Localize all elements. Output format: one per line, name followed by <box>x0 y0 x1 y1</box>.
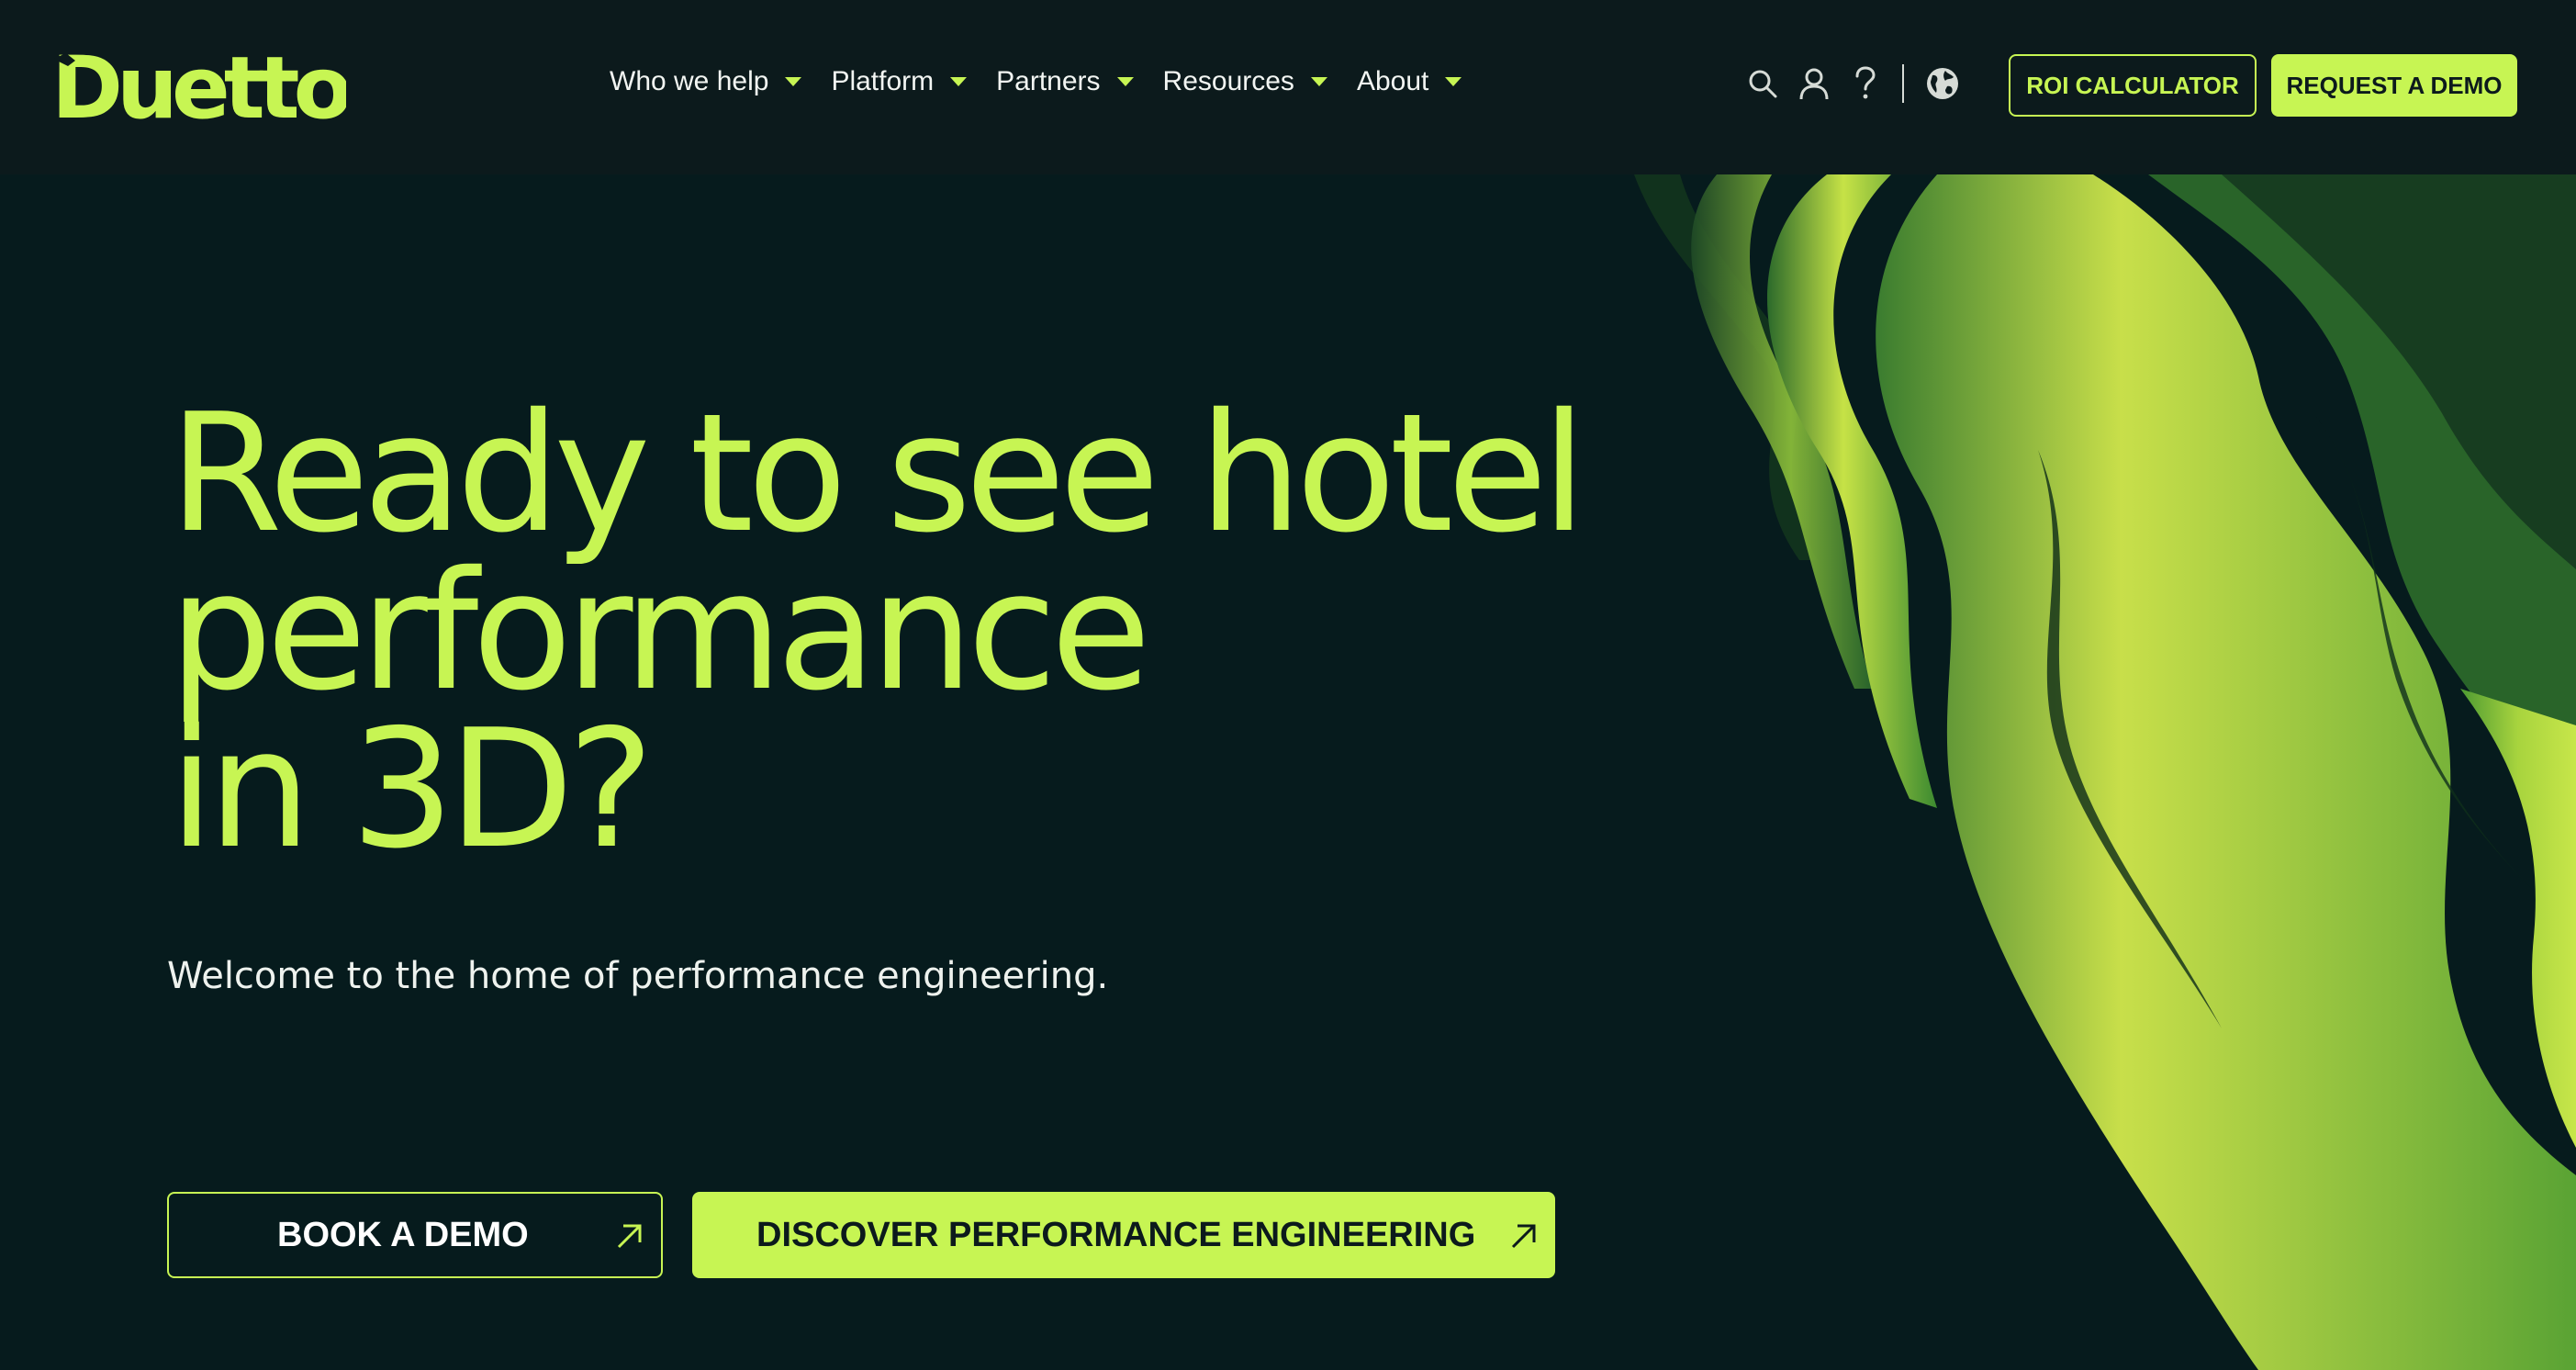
book-demo-label: BOOK A DEMO <box>277 1216 529 1254</box>
search-icon[interactable] <box>1744 65 1781 102</box>
utility-icons <box>1744 61 1976 107</box>
page: Duetto Who we help Platform Partners Res… <box>0 0 2576 1370</box>
chevron-down-icon <box>785 77 802 86</box>
discover-performance-engineering-button[interactable]: DISCOVER PERFORMANCE ENGINEERING <box>692 1192 1555 1278</box>
chevron-down-icon <box>950 77 968 86</box>
hero-headline: Ready to see hotel performance in 3D? <box>169 378 1638 884</box>
chevron-down-icon <box>1116 77 1134 86</box>
arrow-up-right-icon <box>615 1221 644 1254</box>
duetto-logo[interactable]: Duetto <box>48 50 346 123</box>
main-nav: Who we help Platform Partners Resources … <box>610 57 1491 107</box>
hero-headline-line: in 3D? <box>169 694 655 884</box>
nav-item-partners[interactable]: Partners <box>996 57 1162 107</box>
nav-item-about[interactable]: About <box>1357 57 1491 107</box>
chevron-down-icon <box>1445 77 1462 86</box>
hero-subtitle: Welcome to the home of performance engin… <box>167 955 1109 997</box>
chevron-down-icon <box>1310 77 1327 86</box>
hero-headline-line: Ready to see hotel <box>169 378 1586 568</box>
help-icon[interactable] <box>1847 65 1884 102</box>
nav-label: Platform <box>831 66 935 96</box>
site-header: Duetto Who we help Platform Partners Res… <box>0 0 2576 174</box>
arrow-up-right-icon <box>1509 1221 1539 1254</box>
nav-label: Resources <box>1162 66 1294 96</box>
nav-label: Who we help <box>610 66 769 96</box>
nav-label: About <box>1356 66 1429 96</box>
request-demo-button[interactable]: REQUEST A DEMO <box>2271 54 2517 117</box>
logo-wordmark: Duetto <box>51 50 346 123</box>
hero-headline-line: performance <box>169 536 1151 726</box>
nav-item-platform[interactable]: Platform <box>831 57 996 107</box>
roi-calculator-button[interactable]: ROI CALCULATOR <box>2009 54 2257 117</box>
divider <box>1902 64 1904 103</box>
book-demo-button[interactable]: BOOK A DEMO <box>167 1192 663 1278</box>
nav-item-who-we-help[interactable]: Who we help <box>610 57 831 107</box>
hero-wave-graphic <box>1524 174 2576 1370</box>
discover-label: DISCOVER PERFORMANCE ENGINEERING <box>756 1216 1476 1254</box>
globe-icon[interactable] <box>1924 65 1961 102</box>
account-icon[interactable] <box>1796 65 1832 102</box>
nav-label: Partners <box>996 66 1101 96</box>
nav-item-resources[interactable]: Resources <box>1163 57 1357 107</box>
